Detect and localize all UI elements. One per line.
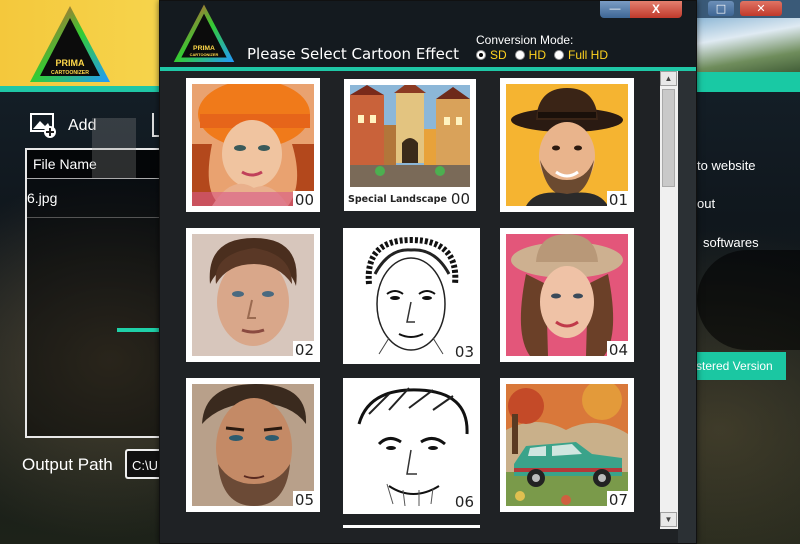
mode-fullhd-label: Full HD bbox=[568, 48, 609, 62]
mode-sd-label: SD bbox=[490, 48, 507, 62]
effect-card-vintage-car[interactable]: 07 bbox=[500, 378, 634, 512]
effect-thumbnail bbox=[506, 84, 628, 206]
effect-card-partial bbox=[343, 525, 480, 528]
radio-selected-icon bbox=[476, 50, 486, 60]
conversion-mode-options: SD HD Full HD bbox=[476, 48, 608, 62]
effect-number: 04 bbox=[606, 341, 630, 359]
visit-website-link[interactable]: to website bbox=[697, 158, 756, 173]
effect-thumbnail bbox=[349, 234, 474, 358]
radio-unselected-icon bbox=[514, 50, 525, 60]
effect-card-bearded-man[interactable]: 05 bbox=[186, 378, 320, 512]
effect-thumbnail bbox=[349, 384, 474, 508]
scroll-down-icon[interactable]: ▼ bbox=[660, 512, 677, 527]
output-path-label: Output Path bbox=[22, 455, 113, 474]
mode-fullhd-radio[interactable]: Full HD bbox=[554, 48, 608, 62]
effect-card-fedora-man[interactable]: 01 bbox=[500, 78, 634, 212]
effect-card-girl[interactable]: 00 bbox=[186, 78, 320, 212]
registered-version-button[interactable]: stered Version bbox=[690, 352, 786, 380]
effect-caption: Special Landscape bbox=[348, 194, 447, 205]
file-preview-placeholder bbox=[92, 118, 136, 178]
file-list-row[interactable]: 6.jpg bbox=[27, 179, 165, 218]
effect-thumbnail bbox=[506, 234, 628, 356]
effect-number: 02 bbox=[292, 341, 316, 359]
right-panel-decoration bbox=[697, 250, 800, 350]
mode-hd-label: HD bbox=[528, 48, 547, 62]
effect-card-pencil-sketch[interactable]: 03 bbox=[343, 228, 480, 364]
cartoon-effect-dialog: PRIMA CARTOONIZER Please Select Cartoon … bbox=[159, 0, 697, 544]
svg-text:CARTOONIZER: CARTOONIZER bbox=[190, 52, 219, 57]
main-close-button[interactable]: ✕ bbox=[740, 1, 782, 16]
effect-number: 07 bbox=[606, 491, 630, 509]
radio-unselected-icon bbox=[554, 50, 565, 60]
mode-sd-radio[interactable]: SD bbox=[476, 48, 507, 62]
more-softwares-link[interactable]: softwares bbox=[703, 235, 759, 250]
conversion-progress-bar bbox=[117, 328, 163, 332]
header-accent-bar bbox=[0, 86, 160, 92]
effect-card-ink-sketch[interactable]: 06 bbox=[343, 378, 480, 514]
effect-number: 03 bbox=[452, 343, 476, 361]
effect-card-special-landscape[interactable]: Special Landscape 00 bbox=[344, 79, 476, 211]
maximize-button[interactable]: □ bbox=[708, 1, 734, 16]
effect-thumbnail bbox=[192, 234, 314, 356]
effect-grid: 00 Special Landscape 00 01 02 03 04 05 0… bbox=[160, 71, 678, 543]
effect-card-young-man[interactable]: 02 bbox=[186, 228, 320, 362]
mode-hd-radio[interactable]: HD bbox=[514, 48, 547, 62]
effect-thumbnail bbox=[506, 384, 628, 506]
svg-text:PRIMA: PRIMA bbox=[56, 58, 86, 68]
scroll-up-icon[interactable]: ▲ bbox=[660, 71, 677, 86]
dialog-minimize-button[interactable]: — bbox=[600, 1, 630, 18]
effect-number: 06 bbox=[452, 493, 476, 511]
file-list: File Name 6.jpg bbox=[25, 148, 165, 438]
effect-card-straw-hat-woman[interactable]: 04 bbox=[500, 228, 634, 362]
conversion-mode-label: Conversion Mode: bbox=[476, 33, 574, 47]
dialog-title: Please Select Cartoon Effect bbox=[247, 45, 459, 63]
effect-thumbnail bbox=[192, 384, 314, 506]
effect-number: 00 bbox=[448, 190, 472, 208]
header-accent-bar-right bbox=[695, 72, 800, 92]
app-logo: PRIMA CARTOONIZER bbox=[30, 6, 110, 82]
effect-thumbnail bbox=[350, 85, 470, 187]
svg-text:PRIMA: PRIMA bbox=[193, 45, 215, 52]
about-link[interactable]: out bbox=[697, 196, 715, 211]
effect-thumbnail bbox=[192, 84, 314, 206]
svg-text:CARTOONIZER: CARTOONIZER bbox=[51, 70, 89, 76]
add-button[interactable]: Add bbox=[30, 112, 96, 140]
effect-number: 00 bbox=[292, 191, 316, 209]
header-landscape-image bbox=[695, 18, 800, 74]
effect-number: 05 bbox=[292, 491, 316, 509]
dialog-close-button[interactable]: X bbox=[630, 1, 682, 18]
effect-number: 01 bbox=[606, 191, 630, 209]
scrollbar-thumb[interactable] bbox=[662, 89, 675, 187]
add-image-icon bbox=[30, 113, 56, 138]
dialog-logo: PRIMA CARTOONIZER bbox=[173, 4, 235, 62]
